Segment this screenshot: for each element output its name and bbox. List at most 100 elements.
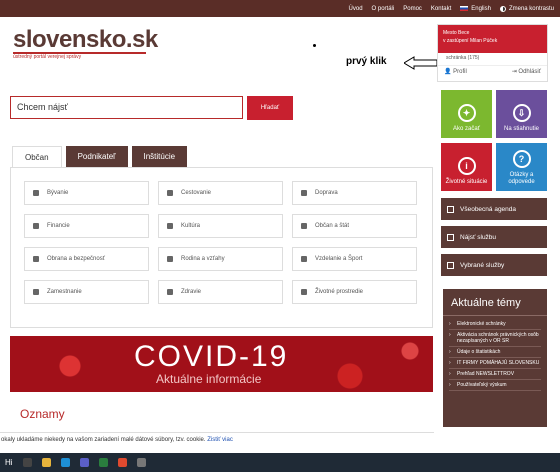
logo-tagline: ústredný portál verejnej správy (13, 54, 82, 60)
car-icon (301, 190, 307, 196)
category-family[interactable]: Rodina a vzťahy (158, 247, 283, 271)
category-travel[interactable]: Cestovanie (158, 181, 283, 205)
category-education[interactable]: Vzdelanie a Šport (292, 247, 417, 271)
category-environment[interactable]: Životné prostredie (292, 280, 417, 304)
tile-label: Na stiahnutie (503, 126, 540, 132)
teams-icon[interactable] (79, 458, 89, 467)
tab-entrepreneur[interactable]: Podnikateľ (65, 146, 128, 167)
user-representative: v zastúpení Milan Púček (443, 38, 498, 44)
contrast-icon (499, 5, 506, 12)
category-transport[interactable]: Doprava (292, 181, 417, 205)
search-button[interactable]: Hľadať (247, 96, 293, 120)
lightbulb-icon: ✦ (457, 104, 476, 122)
current-topics-title: Aktuálne témy (443, 289, 547, 316)
profile-label: Profil (453, 69, 467, 75)
list-icon (447, 261, 454, 269)
audience-tabs: Občan Podnikateľ Inštitúcie (12, 146, 188, 168)
topic-link[interactable]: Údaje o štatistikách (449, 347, 541, 358)
family-icon (167, 256, 173, 262)
file-explorer-icon[interactable] (41, 458, 51, 467)
topic-link[interactable]: Používateľský výskum (449, 380, 541, 391)
tile-faq[interactable]: ? Otázky a odpovede (496, 143, 547, 191)
flag-icon (460, 6, 469, 11)
category-health[interactable]: Zdravie (158, 280, 283, 304)
user-name: Mesto Bece (443, 30, 470, 36)
tile-label: Otázky a odpovede (508, 172, 535, 185)
cookie-text: okaly ukladáme niekedy na vašom zariaden… (1, 437, 206, 443)
taskbar-start[interactable]: Hi (5, 458, 13, 467)
annotation-arrow-icon (404, 56, 438, 70)
topic-link[interactable]: Prehľad NEWSLETTROV (449, 369, 541, 380)
chrome-icon[interactable] (117, 458, 127, 467)
topic-link[interactable]: Elektronické schránky (449, 319, 541, 330)
cookie-bar: okaly ukladáme niekedy na vašom zariaden… (0, 432, 434, 448)
search-doc-icon (447, 233, 454, 241)
nav-link-english-label: English (471, 5, 491, 12)
document-icon (447, 205, 454, 213)
button-label: Vybrané služby (460, 261, 505, 269)
category-label: Občan a štát (315, 223, 350, 229)
nav-link-contrast[interactable]: Zmena kontrastu (499, 5, 554, 12)
nav-link-contact[interactable]: Kontakt (431, 6, 451, 12)
annotation-label: prvý klik (346, 56, 387, 67)
tab-citizen[interactable]: Občan (12, 146, 62, 168)
topics-list: Elektronické schránky Aktivácia schránok… (443, 316, 547, 394)
shield-icon (33, 256, 39, 262)
profile-link[interactable]: 👤 Profil (444, 68, 467, 75)
tab-institutions[interactable]: Inštitúcie (131, 146, 188, 167)
edge-browser-icon[interactable] (60, 458, 70, 467)
briefcase-icon (33, 289, 39, 295)
user-actions-row: 👤 Profil ⇥ Odhlásiť (438, 65, 547, 77)
logout-label: Odhlásiť (518, 69, 541, 75)
covid-banner[interactable]: COVID-19 Aktuálne informácie (10, 336, 433, 392)
nav-link-about[interactable]: O portáli (372, 6, 395, 12)
category-label: Rodina a vzťahy (181, 256, 225, 262)
category-label: Bývanie (47, 190, 69, 196)
topic-link[interactable]: IT FIRMY POMÁHAJÚ SLOVENSKU (449, 358, 541, 369)
tile-label: Životné situácie (445, 179, 488, 185)
button-label: Všeobecná agenda (460, 205, 517, 213)
tile-life-situations[interactable]: i Životné situácie (441, 143, 492, 191)
leaf-icon (301, 289, 307, 295)
category-finance[interactable]: Financie (24, 214, 149, 238)
music-icon (167, 223, 173, 229)
search-input[interactable]: Chcem nájsť (10, 96, 243, 119)
graduation-cap-icon (301, 256, 307, 262)
app-icon[interactable] (136, 458, 146, 467)
nav-link-help[interactable]: Pomoc (403, 6, 422, 12)
category-housing[interactable]: Bývanie (24, 181, 149, 205)
category-employment[interactable]: Zamestnanie (24, 280, 149, 304)
site-logo[interactable]: slovensko.sk ústredný portál verejnej sp… (13, 28, 158, 60)
selected-services-button[interactable]: Vybrané služby (441, 254, 547, 276)
top-navigation-bar: Úvod O portáli Pomoc Kontakt English Zme… (0, 0, 560, 17)
covid-subtitle: Aktuálne informácie (156, 372, 262, 386)
nav-link-english[interactable]: English (460, 6, 491, 12)
user-account-header: Mesto Bece v zastúpení Milan Púček (438, 25, 547, 53)
download-icon: ⇩ (512, 104, 531, 122)
announcements-heading: Oznamy (20, 407, 65, 421)
tile-getting-started[interactable]: ✦ Ako začať (441, 90, 492, 138)
category-label: Financie (47, 223, 70, 229)
task-view-icon[interactable] (22, 458, 32, 467)
logo-wordmark: slovensko.sk (13, 26, 158, 53)
nav-link-contrast-label: Zmena kontrastu (508, 5, 554, 12)
category-culture[interactable]: Kultúra (158, 214, 283, 238)
topic-link[interactable]: Aktivácia schránok právnických osôb neza… (449, 330, 541, 347)
signpost-icon (167, 190, 173, 196)
logout-link[interactable]: ⇥ Odhlásiť (512, 68, 541, 75)
inbox-link[interactable]: schránka (175) (438, 53, 547, 63)
category-defence[interactable]: Obrana a bezpečnosť (24, 247, 149, 271)
category-citizen-state[interactable]: Občan a štát (292, 214, 417, 238)
category-label: Cestovanie (181, 190, 212, 196)
cursor-dot (313, 44, 316, 47)
find-service-button[interactable]: Nájsť službu (441, 226, 547, 248)
general-agenda-button[interactable]: Všeobecná agenda (441, 198, 547, 220)
cookie-more-link[interactable]: Zistiť viac (207, 437, 233, 443)
current-topics-box: Aktuálne témy Elektronické schránky Akti… (443, 289, 547, 427)
user-account-box: Mesto Bece v zastúpení Milan Púček schrá… (437, 24, 548, 82)
nav-link-home[interactable]: Úvod (349, 6, 363, 12)
os-taskbar: Hi (0, 453, 560, 472)
money-icon (33, 223, 39, 229)
tile-downloads[interactable]: ⇩ Na stiahnutie (496, 90, 547, 138)
store-icon[interactable] (98, 458, 108, 467)
